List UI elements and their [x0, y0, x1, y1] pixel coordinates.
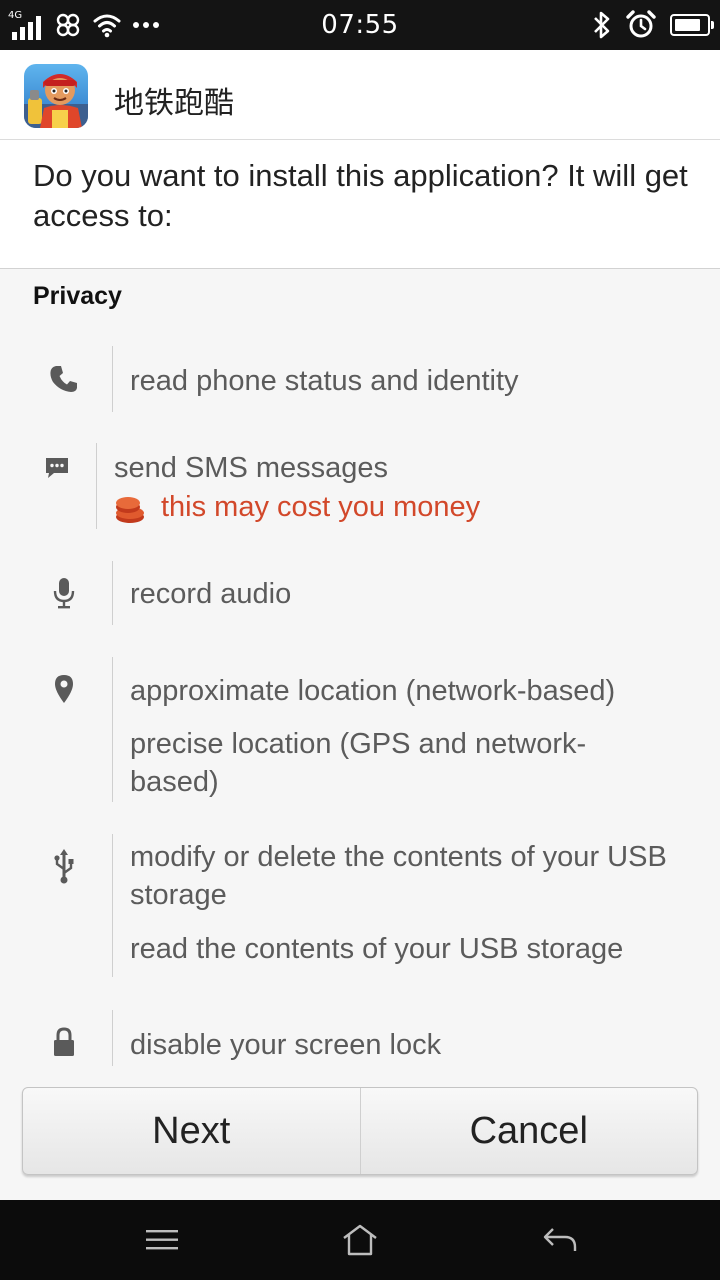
permission-label: modify or delete the contents of your US… [130, 841, 667, 911]
status-right-icons [592, 8, 714, 42]
subway-surfers-app-icon [24, 64, 88, 128]
permission-divider [112, 834, 113, 977]
home-icon[interactable] [340, 1220, 380, 1260]
alarm-icon [626, 10, 656, 38]
permission-label: approximate location (network-based) [130, 675, 616, 707]
permission-group-location: approximate location (network-based) pre… [0, 657, 720, 802]
permission-divider [112, 346, 113, 412]
usb-icon [50, 846, 78, 886]
permission-divider [96, 443, 97, 529]
install-question: Do you want to install this application?… [33, 158, 688, 233]
permission-label: disable your screen lock [130, 1029, 442, 1061]
battery-level-fill [675, 19, 700, 31]
navigation-bar [0, 1200, 720, 1280]
cancel-button[interactable]: Cancel [359, 1088, 698, 1174]
permission-divider [112, 657, 113, 802]
permission-label: read phone status and identity [130, 365, 519, 397]
permission-label: record audio [130, 578, 292, 610]
sms-icon [42, 453, 72, 483]
lock-icon [50, 1024, 78, 1060]
coins-icon [116, 496, 144, 523]
permission-group-audio: record audio [0, 561, 720, 625]
action-button-bar: Next Cancel [22, 1087, 698, 1175]
permission-group-storage: modify or delete the contents of your US… [0, 834, 720, 977]
permission-group-lock: disable your screen lock [0, 1010, 720, 1074]
permission-divider [112, 1010, 113, 1066]
permission-divider [112, 561, 113, 625]
back-icon[interactable] [540, 1220, 580, 1260]
menu-icon[interactable] [142, 1220, 182, 1260]
status-bar: 4G 07:55 [0, 0, 720, 50]
permission-label: read the contents of your USB storage [130, 933, 624, 965]
bluetooth-icon [594, 11, 610, 39]
app-name: 地铁跑酷 [114, 86, 234, 121]
permission-group-sms: send SMS messages this may cost you mone… [0, 443, 720, 529]
next-button[interactable]: Next [23, 1088, 360, 1174]
section-title-privacy: Privacy [33, 282, 122, 310]
permission-group-phone: read phone status and identity [0, 346, 720, 412]
permission-label: precise location (GPS and network-based) [130, 728, 587, 798]
cost-warning-label: this may cost you money [161, 491, 481, 523]
install-prompt: Do you want to install this application?… [0, 140, 720, 269]
battery-icon [670, 14, 714, 36]
location-pin-icon [50, 671, 78, 707]
app-header: 地铁跑酷 [0, 50, 720, 140]
microphone-icon [50, 575, 78, 611]
permission-label: send SMS messages [114, 452, 389, 484]
cost-warning: this may cost you money [113, 491, 480, 524]
phone-icon [46, 362, 82, 396]
